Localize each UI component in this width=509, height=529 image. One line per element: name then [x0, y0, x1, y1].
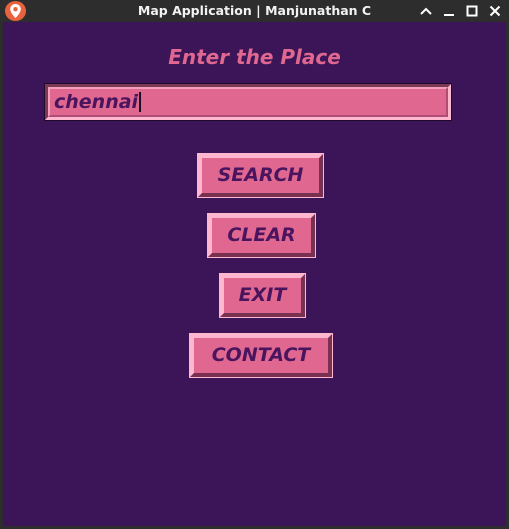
page-heading: Enter the Place: [168, 45, 341, 69]
close-icon[interactable]: [486, 2, 504, 20]
app-window: Map Application | Manjunathan C Enter th…: [0, 0, 509, 529]
place-input-value[interactable]: chennai: [54, 91, 138, 113]
place-input-text[interactable]: chennai: [54, 91, 142, 113]
search-button[interactable]: SEARCH: [198, 154, 323, 197]
clear-button[interactable]: CLEAR: [208, 214, 315, 257]
chevron-up-icon[interactable]: [417, 2, 435, 20]
exit-button[interactable]: EXIT: [220, 274, 305, 317]
maximize-icon[interactable]: [463, 2, 481, 20]
title-bar[interactable]: Map Application | Manjunathan C: [0, 0, 509, 22]
place-input-inner[interactable]: chennai: [48, 87, 448, 117]
minimize-icon[interactable]: [440, 2, 458, 20]
contact-button[interactable]: CONTACT: [190, 334, 332, 377]
place-input[interactable]: chennai: [45, 84, 451, 120]
text-caret: [139, 92, 142, 112]
